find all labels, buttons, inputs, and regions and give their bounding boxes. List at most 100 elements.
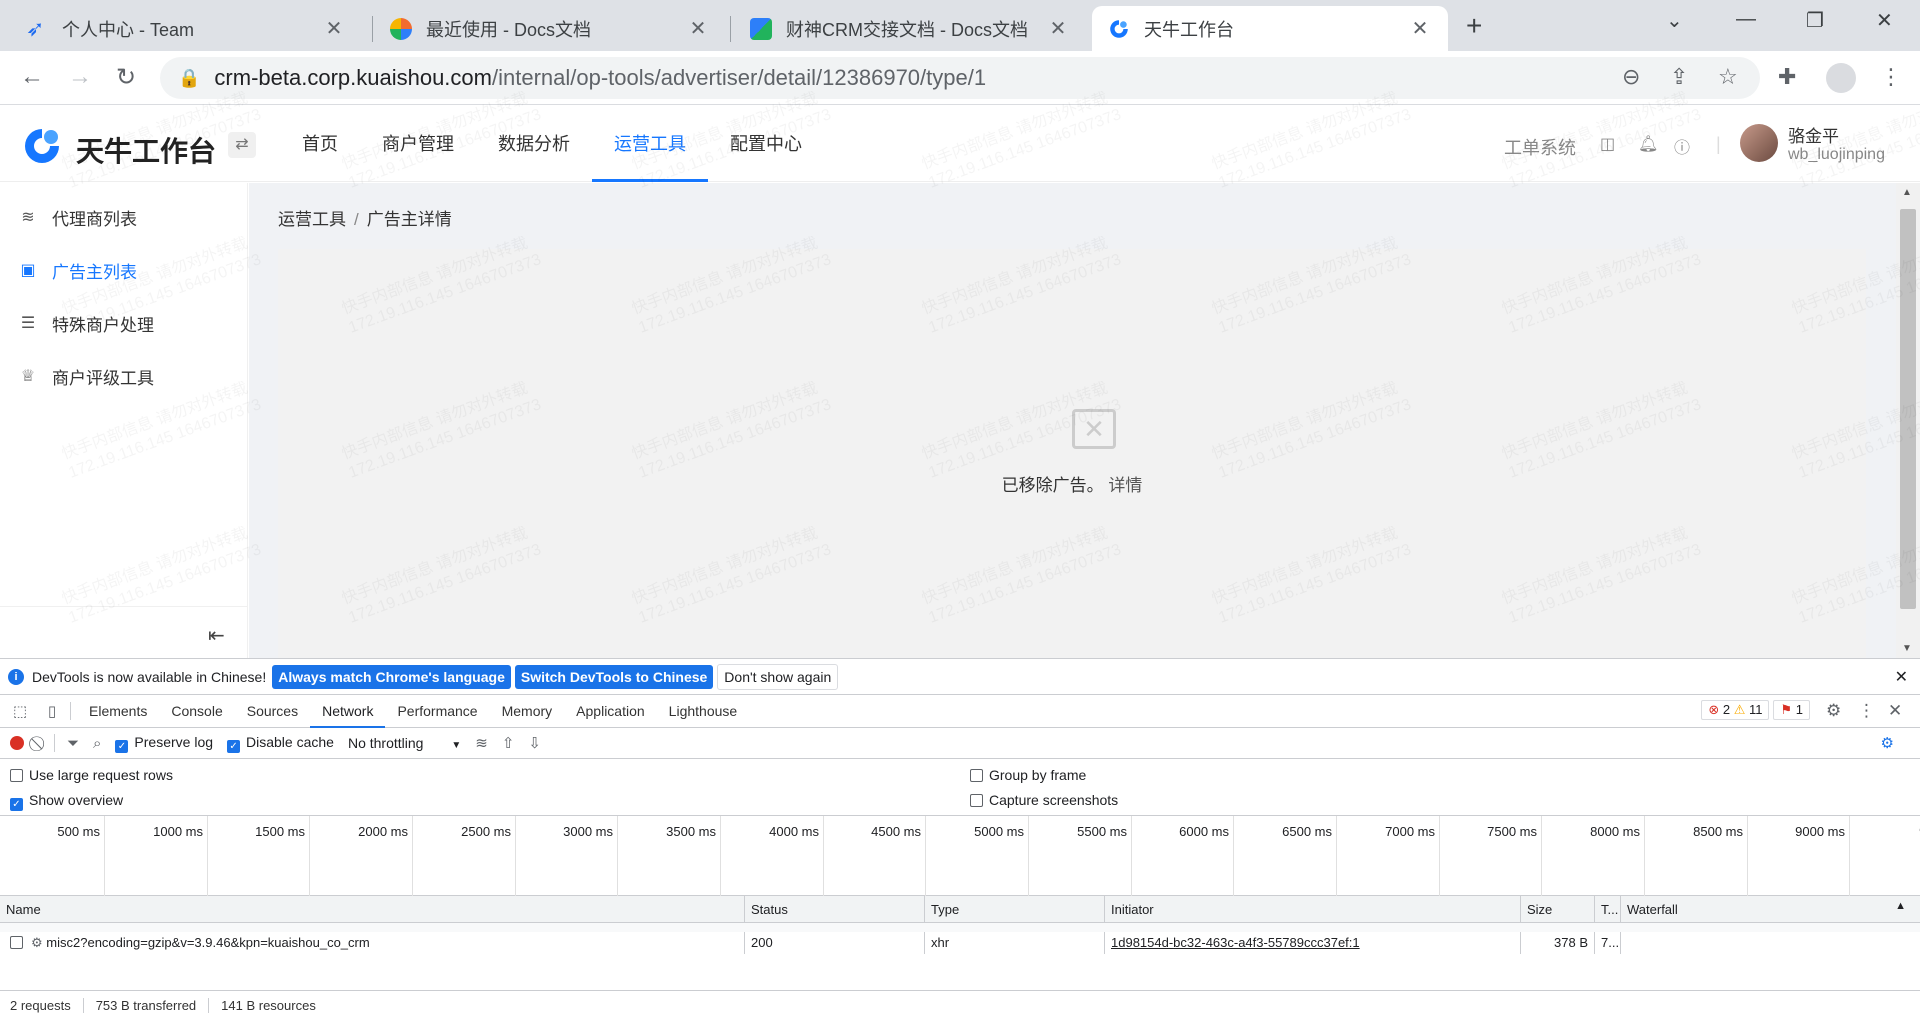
timeline-tick: 7500 ms [1439, 816, 1542, 896]
show-overview-checkbox[interactable]: ✓ Show overview [10, 792, 123, 811]
browser-tab[interactable]: 财神CRM交接文档 - Docs文档 ✕ [734, 6, 1086, 51]
url-host: crm-beta.corp.kuaishou.com [214, 65, 492, 90]
close-devtools-icon[interactable]: ✕ [1888, 701, 1902, 721]
nav-op-tools[interactable]: 运营工具 [592, 106, 708, 182]
page-scrollbar[interactable]: ▲ ▼ [1896, 183, 1920, 658]
scroll-thumb[interactable] [1900, 209, 1916, 609]
tab-lighthouse[interactable]: Lighthouse [657, 695, 750, 728]
col-waterfall[interactable]: Waterfall [1620, 896, 1920, 923]
import-har-icon[interactable]: ⇧ [502, 734, 515, 752]
browser-tab[interactable]: ➶ 个人中心 - Team ✕ [10, 6, 362, 51]
sidebar-item-special[interactable]: ☰ 特殊商户处理 [18, 308, 154, 338]
restore-icon[interactable]: ❐ [1806, 8, 1824, 33]
ticket-system-link[interactable]: 工单系统 [1504, 134, 1576, 160]
collapse-menu-icon[interactable]: ⇤ [208, 623, 225, 648]
minimize-icon[interactable]: — [1736, 8, 1756, 31]
more-dots-icon[interactable]: ⋮ [1858, 701, 1875, 721]
sidebar-item-advertisers[interactable]: ▣ 广告主列表 [18, 255, 137, 285]
tab-network[interactable]: Network [310, 695, 386, 728]
col-name[interactable]: Name [0, 896, 744, 923]
browser-tab[interactable]: 最近使用 - Docs文档 ✕ [374, 6, 726, 51]
forward-icon[interactable]: → [68, 63, 92, 91]
table-row-partial[interactable] [0, 923, 1920, 932]
browser-tab-active[interactable]: 天牛工作台 ✕ [1092, 6, 1448, 51]
close-icon[interactable]: ✕ [1046, 16, 1070, 41]
zoom-icon[interactable]: ⊖ [1622, 64, 1640, 90]
issues-badge[interactable]: ⚑ 1 [1773, 700, 1810, 720]
tianniu-logo-icon[interactable] [22, 126, 62, 166]
chat-icon[interactable]: ◫ [1600, 134, 1615, 154]
network-settings-icon[interactable]: ⚙ [1881, 734, 1894, 752]
tab-elements[interactable]: Elements [77, 695, 159, 728]
large-rows-checkbox[interactable]: Use large request rows [10, 767, 173, 783]
settings-gear-icon[interactable]: ⚙ [1826, 701, 1841, 721]
request-table: Name Status Type Initiator Size T... Wat… [0, 896, 1920, 996]
tab-memory[interactable]: Memory [490, 695, 565, 728]
new-tab-icon[interactable]: + [1466, 10, 1482, 42]
profile-icon[interactable] [1826, 63, 1856, 93]
col-size[interactable]: Size [1520, 896, 1594, 923]
search-icon[interactable]: ⌕ [93, 735, 101, 752]
sidebar-item-rating[interactable]: ♕ 商户评级工具 [18, 361, 154, 391]
switch-icon[interactable]: ⇄ [228, 132, 256, 158]
initiator-link[interactable]: 1d98154d-bc32-463c-a4f3-55789ccc37ef:1 [1111, 935, 1360, 950]
match-language-button[interactable]: Always match Chrome's language [272, 664, 511, 689]
issue-badges[interactable]: ⊗ 2 ⚠ 11 ⚑ 1 [1701, 700, 1810, 720]
network-conditions-icon[interactable]: ≋ [475, 734, 488, 752]
breadcrumb-op-tools[interactable]: 运营工具 [278, 210, 346, 229]
tab-console[interactable]: Console [159, 695, 234, 728]
dont-show-again-button[interactable]: Don't show again [717, 663, 839, 690]
sidebar-item-agents[interactable]: ≋ 代理商列表 [18, 202, 137, 232]
cell-size: 378 B [1520, 932, 1594, 954]
disable-cache-checkbox[interactable]: ✓ Disable cache [227, 734, 334, 753]
inspect-icon[interactable]: ⬚ [8, 702, 32, 720]
throttling-select[interactable]: No throttling ▼ [348, 735, 461, 751]
tab-application[interactable]: Application [564, 695, 657, 728]
col-type[interactable]: Type [924, 896, 1104, 923]
help-icon[interactable]: ⓘ [1674, 134, 1690, 158]
nav-home[interactable]: 首页 [280, 106, 360, 182]
export-har-icon[interactable]: ⇩ [528, 734, 541, 752]
extensions-icon[interactable]: ✚ [1778, 64, 1796, 90]
lock-icon[interactable]: 🔒 [178, 68, 200, 89]
sort-asc-icon[interactable]: ▲ [1895, 900, 1906, 912]
col-initiator[interactable]: Initiator [1104, 896, 1520, 923]
nav-analytics[interactable]: 数据分析 [476, 106, 592, 182]
menu-dots-icon[interactable]: ⋮ [1880, 64, 1902, 90]
device-toolbar-icon[interactable]: ▯ [40, 702, 64, 720]
nav-merchant[interactable]: 商户管理 [360, 106, 476, 182]
col-time[interactable]: T... [1594, 896, 1620, 923]
details-link[interactable]: 详情 [1108, 476, 1142, 495]
capture-screenshots-checkbox[interactable]: Capture screenshots [970, 792, 1118, 808]
avatar[interactable] [1740, 124, 1778, 162]
back-icon[interactable]: ← [20, 63, 44, 91]
close-icon[interactable]: ✕ [322, 16, 346, 41]
bookmark-star-icon[interactable]: ☆ [1718, 64, 1738, 90]
close-icon[interactable]: ✕ [686, 16, 710, 41]
col-status[interactable]: Status [744, 896, 924, 923]
address-bar[interactable]: 🔒 crm-beta.corp.kuaishou.com/internal/op… [160, 57, 1760, 99]
share-icon[interactable]: ⇪ [1670, 64, 1688, 90]
network-overview-timeline[interactable]: 500 ms 1000 ms 1500 ms 2000 ms 2500 ms 3000 m… [0, 816, 1920, 896]
close-icon[interactable]: ✕ [1895, 667, 1908, 687]
window-close-icon[interactable]: ✕ [1876, 8, 1893, 33]
xhr-gear-icon: ⚙ [31, 935, 43, 950]
scroll-down-icon[interactable]: ▼ [1902, 643, 1912, 654]
tab-performance[interactable]: Performance [385, 695, 489, 728]
app-header: 天牛工作台 ⇄ 首页 商户管理 数据分析 运营工具 配置中心 工单系统 ◫ 🔔︎… [0, 106, 1920, 182]
group-by-frame-checkbox[interactable]: Group by frame [970, 767, 1086, 783]
record-icon[interactable] [10, 736, 24, 750]
scroll-up-icon[interactable]: ▲ [1902, 187, 1912, 198]
filter-icon[interactable]: ⏷ [67, 735, 79, 752]
reload-icon[interactable]: ↻ [116, 63, 136, 92]
table-row[interactable]: ⚙ misc2?encoding=gzip&v=3.9.46&kpn=kuais… [0, 932, 1920, 954]
error-badge[interactable]: ⊗ 2 ⚠ 11 [1701, 700, 1770, 720]
close-icon[interactable]: ✕ [1408, 16, 1432, 41]
user-info[interactable]: 骆金平 wb_luojinping [1788, 128, 1885, 164]
bell-icon[interactable]: 🔔︎ [1638, 134, 1658, 154]
switch-chinese-button[interactable]: Switch DevTools to Chinese [514, 664, 714, 689]
tab-sources[interactable]: Sources [235, 695, 310, 728]
preserve-log-checkbox[interactable]: ✓ Preserve log [115, 734, 213, 753]
nav-config[interactable]: 配置中心 [708, 106, 824, 182]
tab-search-icon[interactable]: ⌄ [1666, 8, 1683, 33]
